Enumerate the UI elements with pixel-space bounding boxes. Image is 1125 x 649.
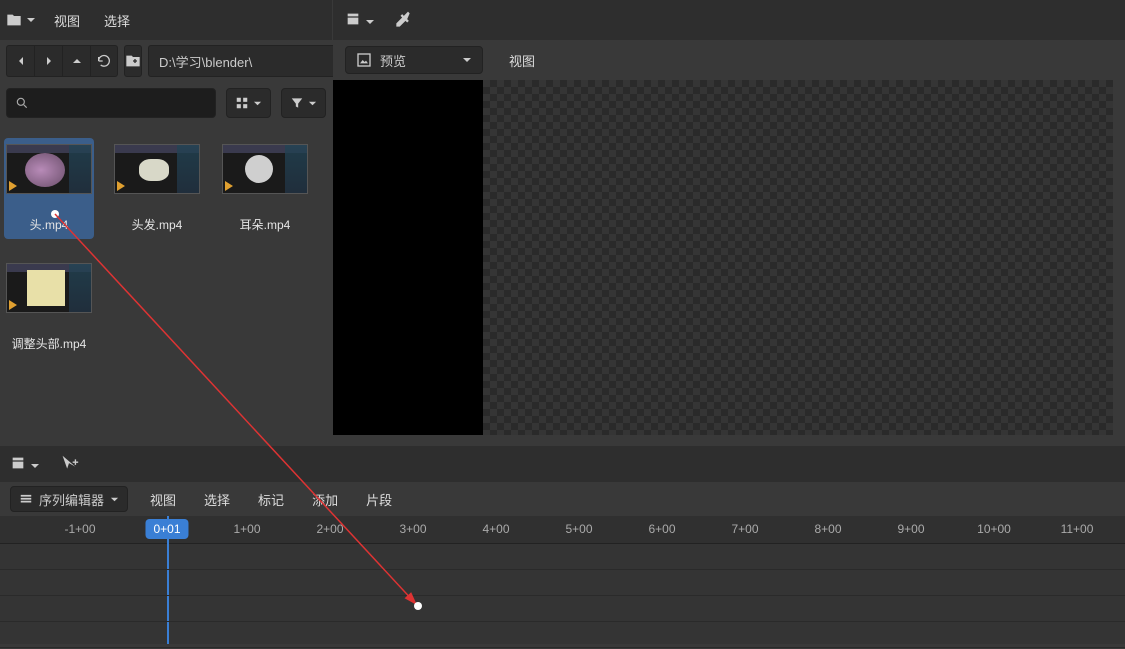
ruler-tick: 4+00 [482, 516, 509, 536]
nav-forward-button[interactable] [34, 45, 62, 77]
new-folder-button[interactable] [124, 45, 142, 77]
sequencer-panel: 序列编辑器 视图 选择 标记 添加 片段 -1+00 1+00 2+00 3+0… [0, 446, 1125, 649]
menu-select[interactable]: 选择 [98, 7, 136, 34]
file-browser-tools [0, 82, 332, 124]
grid-icon [235, 96, 249, 110]
menu-view[interactable]: 视图 [144, 486, 182, 513]
editor-type-dropdown[interactable] [6, 12, 36, 28]
editor-type-dropdown[interactable] [10, 455, 40, 474]
chevron-down-icon [365, 17, 375, 27]
file-item[interactable]: 调整头部.mp4 [4, 257, 94, 358]
funnel-icon [290, 96, 304, 110]
menu-add[interactable]: 添加 [306, 486, 344, 513]
menu-select[interactable]: 选择 [198, 486, 236, 513]
file-thumbnail [6, 144, 92, 194]
ruler-tick: 2+00 [316, 516, 343, 536]
menu-marker[interactable]: 标记 [252, 486, 290, 513]
ruler-tick: 5+00 [565, 516, 592, 536]
clapper-icon [10, 455, 26, 471]
preview-toolbar: 预览 视图 [333, 40, 1125, 80]
ruler-tick: 8+00 [814, 516, 841, 536]
chevron-down-icon [253, 99, 262, 108]
playhead-badge: 0+01 [145, 519, 188, 539]
refresh-icon [96, 53, 112, 69]
chevron-down-icon [26, 15, 36, 25]
chevron-down-icon [308, 99, 317, 108]
file-browser-nav [0, 40, 332, 82]
nav-refresh-button[interactable] [90, 45, 118, 77]
ruler-tick: 7+00 [731, 516, 758, 536]
chevron-down-icon [110, 495, 119, 504]
ruler-tick: 6+00 [648, 516, 675, 536]
search-icon [15, 96, 29, 110]
file-name-label: 头.mp4 [30, 216, 69, 233]
folder-icon [6, 12, 22, 28]
clapper-icon [345, 11, 361, 27]
new-folder-icon [125, 53, 141, 69]
nav-back-button[interactable] [6, 45, 34, 77]
path-input[interactable] [148, 45, 346, 77]
sequencer-toolbar: 序列编辑器 视图 选择 标记 添加 片段 [0, 482, 1125, 516]
arrow-right-icon [41, 53, 57, 69]
file-name-label: 调整头部.mp4 [12, 335, 87, 352]
track[interactable] [0, 570, 1125, 596]
file-browser-panel: 视图 选择 [0, 0, 332, 445]
ruler-tick: -1+00 [64, 516, 95, 536]
eyedropper-icon[interactable] [393, 10, 413, 30]
timeline[interactable]: -1+00 1+00 2+00 3+00 4+00 5+00 6+00 7+00… [0, 516, 1125, 644]
ruler-tick: 9+00 [897, 516, 924, 536]
preview-mode-label: 预览 [380, 51, 406, 70]
filter-dropdown[interactable] [281, 88, 326, 118]
editor-type-dropdown[interactable] [345, 11, 375, 30]
file-thumbnail [6, 263, 92, 313]
menu-view[interactable]: 视图 [48, 7, 86, 34]
file-name-label: 头发.mp4 [132, 216, 183, 233]
ruler-tick: 1+00 [233, 516, 260, 536]
chevron-down-icon [30, 461, 40, 471]
track[interactable] [0, 544, 1125, 570]
track[interactable] [0, 622, 1125, 648]
file-thumbnail [114, 144, 200, 194]
file-browser-header: 视图 选择 [0, 0, 332, 40]
file-name-label: 耳朵.mp4 [240, 216, 291, 233]
sequencer-header [0, 446, 1125, 482]
ruler-tick: 10+00 [977, 516, 1011, 536]
ruler-tick: 11+00 [1061, 516, 1094, 536]
file-thumbnail [222, 144, 308, 194]
nav-up-button[interactable] [62, 45, 90, 77]
file-item[interactable]: 头.mp4 [4, 138, 94, 239]
arrow-up-icon [69, 53, 85, 69]
ruler-tick: 3+00 [399, 516, 426, 536]
cursor-tool-icon[interactable] [58, 453, 80, 475]
chevron-down-icon [462, 55, 472, 65]
preview-header [333, 0, 1125, 40]
tracks-area[interactable] [0, 544, 1125, 644]
arrow-left-icon [13, 53, 29, 69]
preview-mode-dropdown[interactable]: 预览 [345, 46, 483, 74]
preview-panel: 预览 视图 [333, 0, 1125, 445]
file-item[interactable]: 耳朵.mp4 [220, 138, 310, 239]
preview-checker [483, 80, 1113, 435]
sequencer-icon [19, 492, 33, 506]
file-grid: 头.mp4 头发.mp4 耳朵.mp4 调整头部.mp4 [0, 124, 332, 445]
display-mode-dropdown[interactable] [226, 88, 271, 118]
menu-strip[interactable]: 片段 [360, 486, 398, 513]
image-icon [356, 52, 372, 68]
sequencer-mode-label: 序列编辑器 [39, 490, 104, 509]
sequencer-mode-dropdown[interactable]: 序列编辑器 [10, 486, 128, 512]
file-item[interactable]: 头发.mp4 [112, 138, 202, 239]
menu-view[interactable]: 视图 [503, 47, 541, 74]
preview-viewport[interactable] [333, 80, 1113, 435]
track[interactable] [0, 596, 1125, 622]
search-input[interactable] [6, 88, 216, 118]
